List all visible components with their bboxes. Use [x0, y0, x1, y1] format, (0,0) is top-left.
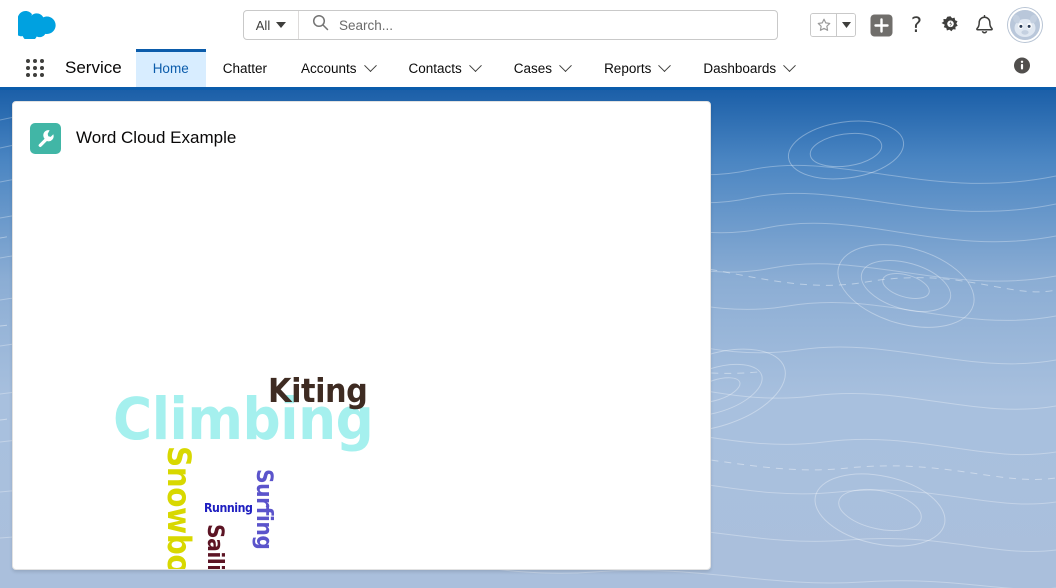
notifications-bell-icon[interactable] [975, 14, 994, 36]
chevron-down-icon[interactable] [783, 58, 797, 72]
wrench-icon [30, 122, 61, 154]
help-icon[interactable]: ? [907, 14, 926, 36]
tab-chatter-label: Chatter [222, 60, 267, 76]
current-app-name[interactable]: Service [52, 49, 136, 87]
info-icon[interactable] [1014, 57, 1030, 79]
card-header: Word Cloud Example [13, 102, 710, 158]
tab-home[interactable]: Home [135, 49, 206, 87]
salesforce-cloud-logo[interactable] [14, 10, 58, 42]
chevron-down-icon[interactable] [559, 58, 572, 72]
search-icon [312, 14, 329, 36]
tab-chatter[interactable]: Chatter [206, 49, 284, 87]
add-icon[interactable] [870, 14, 893, 37]
tab-dashboards-label: Dashboards [703, 60, 777, 76]
word-cloud-chart: Climbing Kiting Snowboarding Surfing Sai… [13, 158, 710, 569]
tab-reports-label: Reports [604, 60, 652, 76]
favorites-control[interactable] [810, 13, 856, 37]
search-scope-selector[interactable]: All [244, 11, 299, 39]
svg-text:?: ? [911, 14, 922, 36]
tab-contacts[interactable]: Contacts [392, 49, 497, 87]
user-avatar[interactable] [1008, 8, 1042, 42]
tab-cases-label: Cases [513, 60, 553, 76]
salesforce-app-window: All Search... ? Service Home Chatter Acc… [0, 0, 1056, 588]
chevron-down-icon[interactable] [363, 58, 377, 72]
favorites-star-icon[interactable] [811, 14, 836, 36]
tab-home-label: Home [152, 60, 189, 76]
chevron-down-icon[interactable] [658, 58, 672, 72]
page-title: Word Cloud Example [76, 128, 237, 147]
word-cloud-term[interactable]: Kiting [268, 374, 368, 407]
chevron-down-icon[interactable] [468, 58, 482, 72]
search-input-zone[interactable] [299, 11, 777, 39]
setup-gear-icon[interactable] [940, 15, 961, 36]
app-launcher-icon[interactable] [18, 49, 52, 87]
tab-reports[interactable]: Reports [587, 49, 686, 87]
word-cloud-term[interactable]: Snowboarding [160, 446, 198, 569]
word-cloud-term[interactable]: Running [204, 502, 253, 514]
app-navigation-bar: Service Home Chatter Accounts Contacts C… [0, 49, 1056, 90]
search-input[interactable] [339, 17, 777, 33]
nav-tab-list: Home Chatter Accounts Contacts Cases Rep… [135, 49, 811, 87]
word-cloud-term[interactable]: Sailing [202, 524, 227, 569]
favorites-dropdown-icon[interactable] [836, 14, 855, 36]
global-search-bar[interactable]: All [243, 10, 778, 40]
tab-cases[interactable]: Cases [497, 49, 587, 87]
tab-contacts-label: Contacts [408, 60, 462, 76]
tab-accounts-label: Accounts [300, 60, 357, 76]
word-cloud-card: Word Cloud Example Climbing Kiting Snowb… [12, 101, 711, 570]
search-scope-label: All [255, 17, 271, 33]
tab-dashboards[interactable]: Dashboards [686, 49, 811, 87]
global-header: All Search... ? [0, 0, 1056, 49]
header-actions: ? [810, 8, 1042, 42]
word-cloud-term[interactable]: Surfing [251, 469, 276, 549]
chevron-down-icon [276, 22, 287, 28]
tab-accounts[interactable]: Accounts [284, 49, 392, 87]
